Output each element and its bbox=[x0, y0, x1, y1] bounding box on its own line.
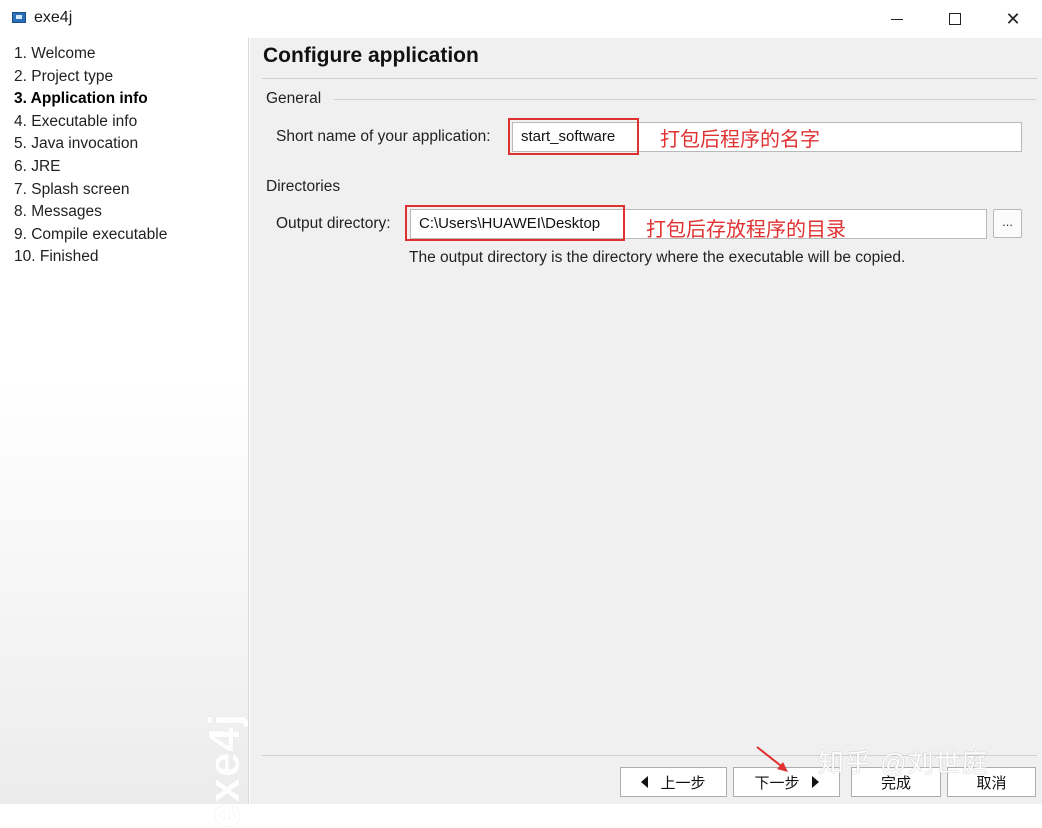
main-panel: Configure application General Short name… bbox=[250, 38, 1042, 804]
short-name-highlight bbox=[508, 118, 639, 155]
output-directory-annotation: 打包后存放程序的目录 bbox=[646, 219, 846, 241]
left-arrow-icon bbox=[641, 776, 649, 788]
page-title: Configure application bbox=[263, 44, 479, 67]
zhihu-watermark: 知乎 @刘世庭 bbox=[818, 748, 989, 778]
step-java-invocation[interactable]: 5. Java invocation bbox=[0, 133, 248, 156]
output-directory-help: The output directory is the directory wh… bbox=[409, 249, 906, 266]
step-welcome[interactable]: 1. Welcome bbox=[0, 43, 248, 66]
window-title: exe4j bbox=[34, 9, 73, 26]
step-finished[interactable]: 10. Finished bbox=[0, 246, 248, 269]
app-icon bbox=[12, 12, 26, 23]
title-divider bbox=[262, 78, 1037, 79]
step-list: 1. Welcome 2. Project type 3. Applicatio… bbox=[0, 38, 248, 269]
output-directory-highlight bbox=[405, 205, 625, 241]
maximize-icon bbox=[949, 13, 961, 25]
step-executable-info[interactable]: 4. Executable info bbox=[0, 111, 248, 134]
wizard-steps-sidebar: 1. Welcome 2. Project type 3. Applicatio… bbox=[0, 38, 249, 828]
red-arrow-annotation bbox=[756, 746, 788, 772]
title-bar: exe4j ✕ bbox=[0, 0, 1042, 38]
directories-section-heading: Directories bbox=[266, 178, 341, 195]
browse-button[interactable]: ... bbox=[993, 209, 1022, 238]
step-splash-screen[interactable]: 7. Splash screen bbox=[0, 179, 248, 202]
step-project-type[interactable]: 2. Project type bbox=[0, 66, 248, 89]
short-name-annotation: 打包后程序的名字 bbox=[660, 129, 820, 151]
step-compile-executable[interactable]: 9. Compile executable bbox=[0, 224, 248, 247]
close-button[interactable]: ✕ bbox=[990, 4, 1036, 34]
minimize-button[interactable] bbox=[874, 4, 920, 34]
short-name-label: Short name of your application: bbox=[276, 128, 491, 145]
back-button[interactable]: 上一步 bbox=[620, 767, 727, 797]
back-button-label: 上一步 bbox=[660, 774, 706, 792]
step-application-info[interactable]: 3. Application info bbox=[0, 88, 248, 111]
minimize-icon bbox=[891, 18, 903, 20]
output-directory-label: Output directory: bbox=[276, 215, 391, 232]
maximize-button[interactable] bbox=[932, 4, 978, 34]
general-section-divider bbox=[334, 99, 1036, 100]
general-section-heading: General bbox=[266, 90, 322, 107]
step-jre[interactable]: 6. JRE bbox=[0, 156, 248, 179]
step-messages[interactable]: 8. Messages bbox=[0, 201, 248, 224]
exe4j-window: exe4j ✕ 1. Welcome 2. Project type 3. Ap… bbox=[0, 0, 1042, 828]
close-icon: ✕ bbox=[1005, 8, 1021, 29]
sidebar-logo-watermark: exe4j bbox=[200, 712, 249, 828]
